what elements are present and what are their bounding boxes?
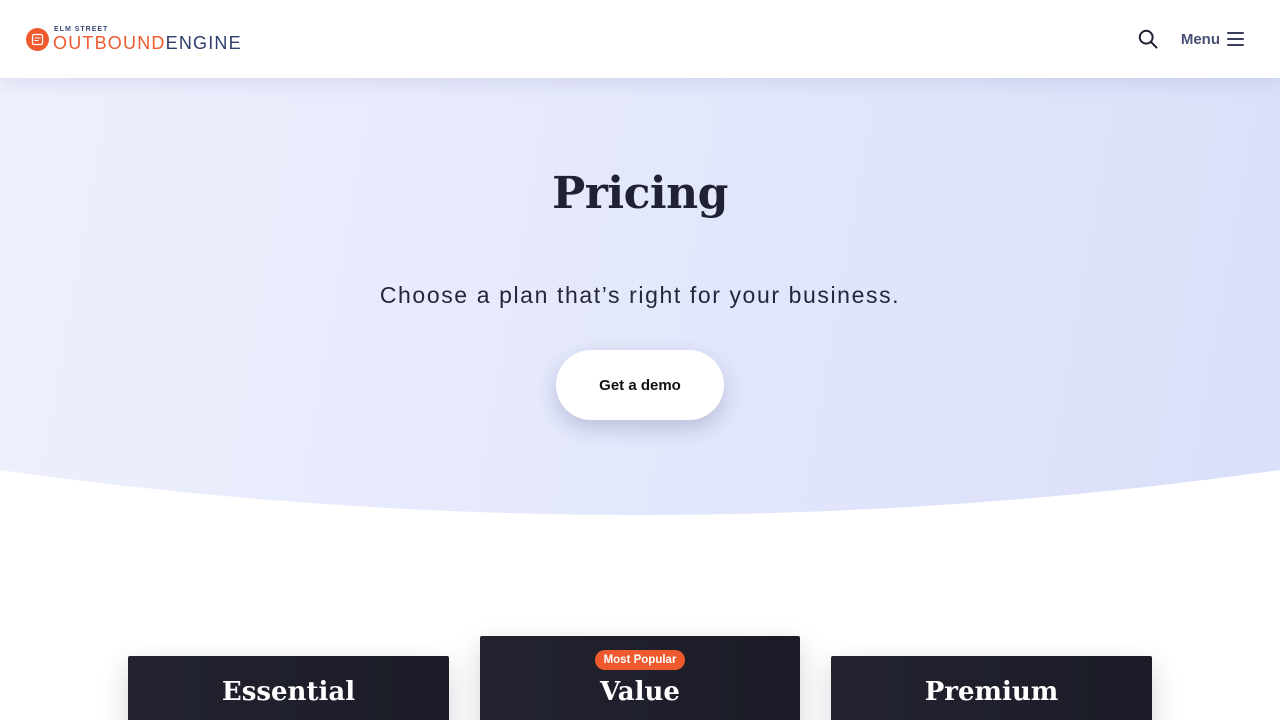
- logo-name: OUTBOUNDENGINE: [53, 34, 242, 52]
- plan-card-value[interactable]: Most Popular Value: [480, 636, 800, 720]
- plan-card-premium[interactable]: Premium: [831, 656, 1152, 720]
- hero-curve: [0, 470, 1280, 530]
- header-actions: Menu: [1137, 28, 1244, 50]
- menu-label: Menu: [1180, 30, 1220, 48]
- logo-wordmark: ELM STREET OUTBOUNDENGINE: [53, 26, 242, 52]
- logo-outbound: OUTBOUND: [53, 33, 166, 53]
- site-header: ELM STREET OUTBOUNDENGINE Menu: [0, 0, 1280, 78]
- logo-subtitle: ELM STREET: [54, 26, 109, 33]
- page-subtitle: Choose a plan that’s right for your busi…: [379, 282, 901, 308]
- search-icon[interactable]: [1137, 28, 1159, 50]
- plan-card-essential[interactable]: Essential: [128, 656, 449, 720]
- hero-section: Pricing Choose a plan that’s right for y…: [0, 0, 1280, 530]
- menu-button[interactable]: Menu: [1181, 31, 1244, 48]
- most-popular-badge: Most Popular: [595, 650, 685, 670]
- hamburger-menu-icon: [1227, 32, 1244, 46]
- logo-mark-icon: [26, 27, 49, 51]
- plan-title: Essential: [221, 677, 356, 707]
- plan-title: Premium: [924, 677, 1059, 707]
- logo-engine: ENGINE: [165, 33, 242, 53]
- get-demo-button[interactable]: Get a demo: [556, 350, 724, 420]
- plan-title: Value: [600, 677, 680, 707]
- page-title: Pricing: [552, 168, 728, 219]
- outboundengine-logo[interactable]: ELM STREET OUTBOUNDENGINE: [26, 26, 242, 52]
